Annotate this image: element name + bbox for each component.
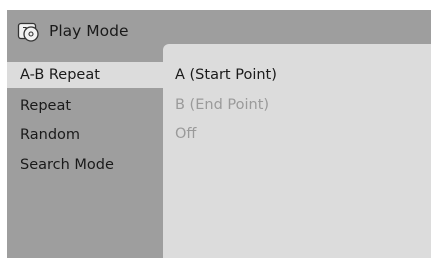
sidebar-menu: A-B Repeat Repeat Random Search Mode [7, 52, 163, 258]
option-b-end-point[interactable]: B (End Point) [175, 92, 269, 118]
sidebar-item-repeat[interactable]: Repeat [7, 93, 163, 119]
option-off[interactable]: Off [175, 121, 196, 147]
sidebar-item-search-mode[interactable]: Search Mode [7, 152, 163, 178]
page-title: Play Mode [49, 22, 129, 40]
options-panel: A (Start Point) B (End Point) Off [163, 44, 431, 258]
play-mode-menu: Play Mode A-B Repeat Repeat Random Searc… [7, 10, 431, 258]
screen: Play Mode A-B Repeat Repeat Random Searc… [0, 0, 438, 262]
sidebar-item-ab-repeat[interactable]: A-B Repeat [7, 62, 163, 88]
option-a-start-point[interactable]: A (Start Point) [175, 62, 277, 88]
sidebar-item-random[interactable]: Random [7, 122, 163, 148]
disc-icon [17, 22, 39, 42]
